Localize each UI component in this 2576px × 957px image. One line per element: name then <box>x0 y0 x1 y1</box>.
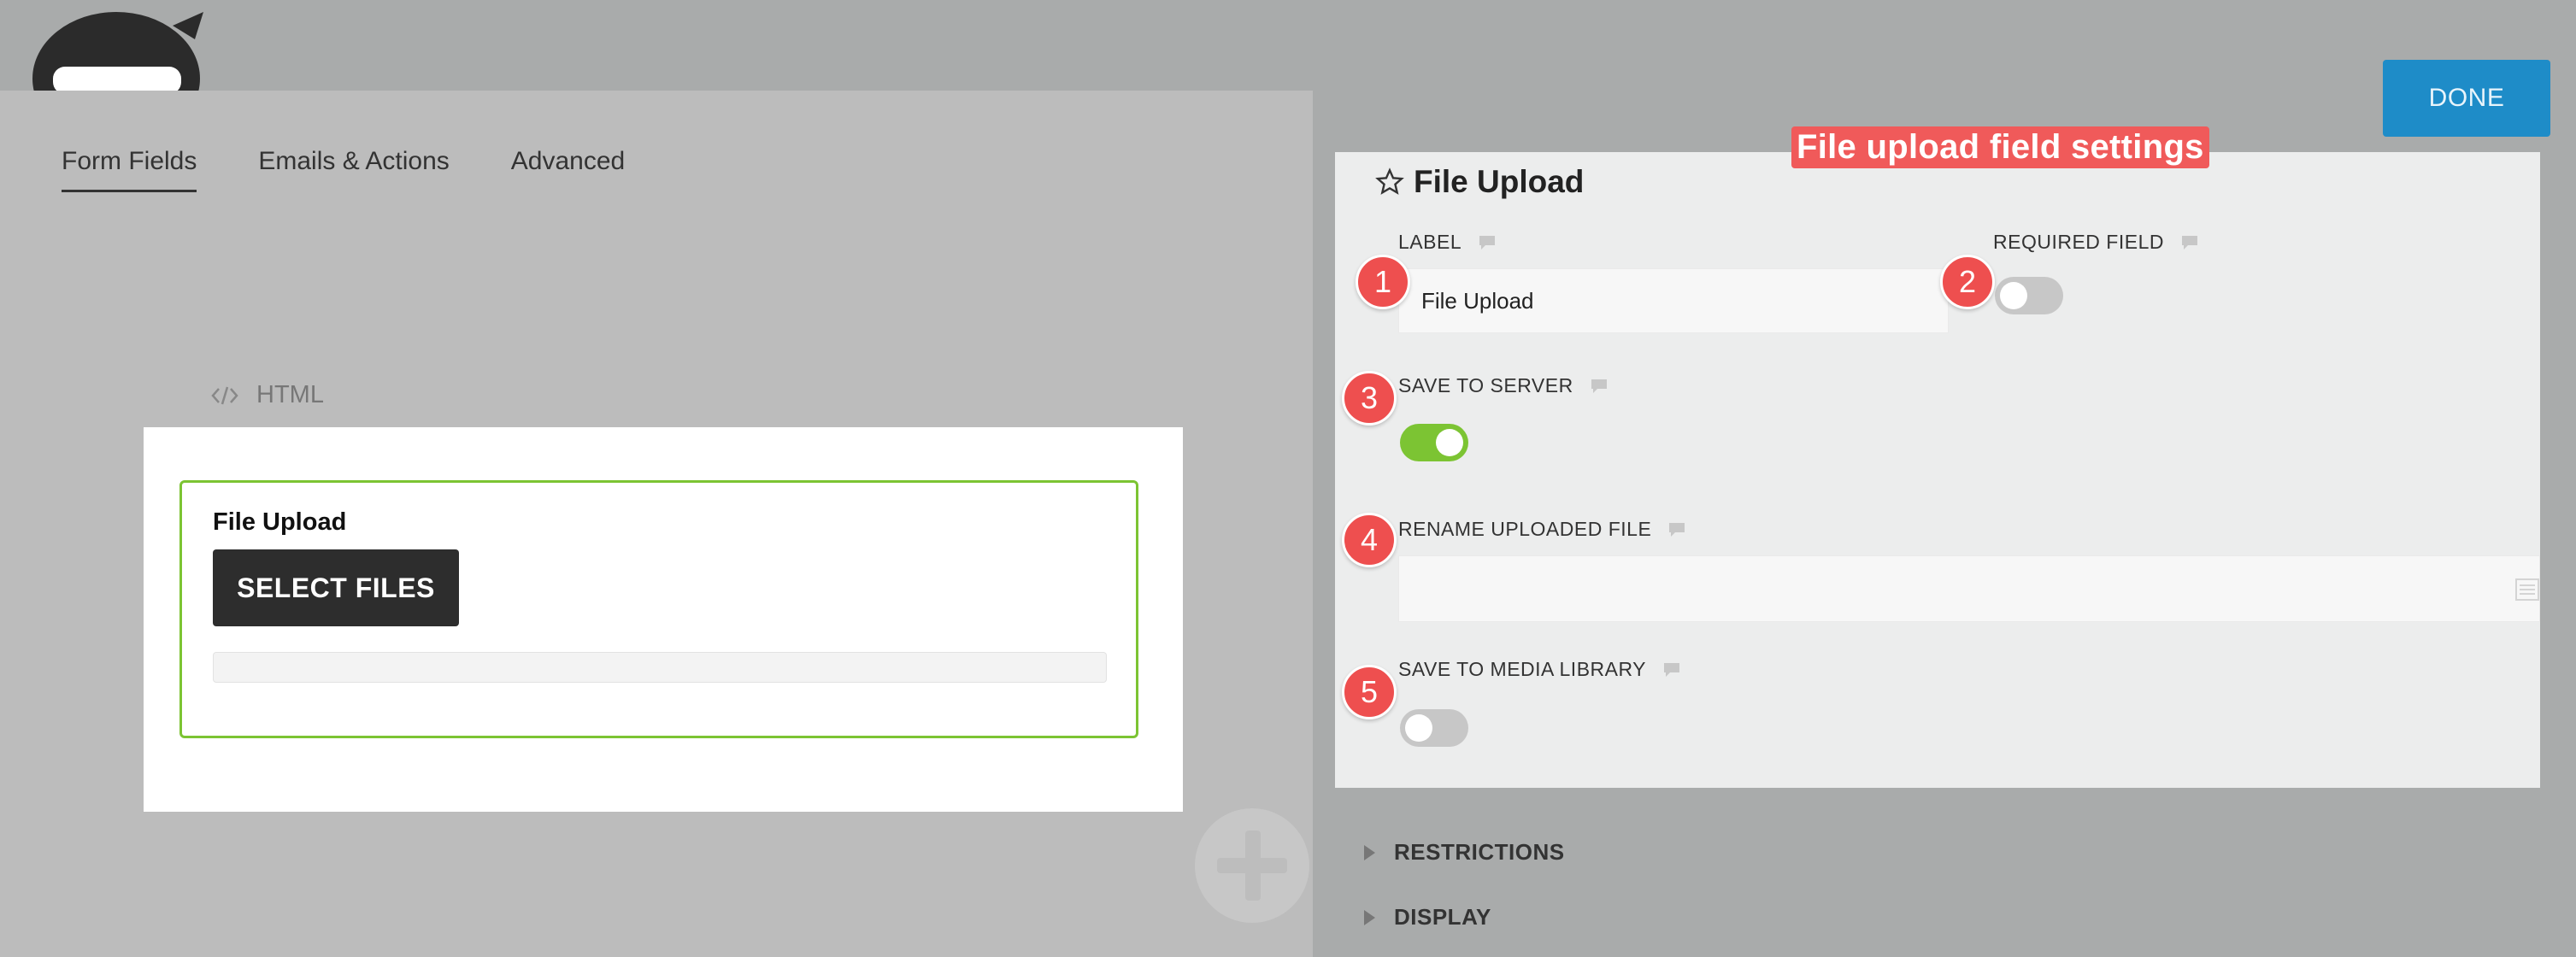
toggle-knob <box>1405 714 1432 742</box>
form-canvas: File Upload SELECT FILES <box>144 427 1183 812</box>
field-title: File Upload <box>213 508 347 536</box>
save-to-media-library-toggle[interactable] <box>1400 709 1468 747</box>
step-badge-1: 1 <box>1356 255 1410 309</box>
triangle-right-icon <box>1364 844 1375 860</box>
required-heading: REQUIRED FIELD <box>1993 231 2198 254</box>
save-server-heading-text: SAVE TO SERVER <box>1398 374 1573 396</box>
required-field-toggle[interactable] <box>1995 277 2063 314</box>
merge-tags-icon[interactable] <box>2514 578 2540 602</box>
label-heading-text: LABEL <box>1398 231 1462 253</box>
app-root: Form Fields Emails & Actions Advanced HT… <box>0 0 2576 957</box>
display-label: DISPLAY <box>1394 904 1491 930</box>
upload-progress-bar <box>213 652 1107 683</box>
field-settings-card: File Upload LABEL REQUIRED FIELD SAVE TO… <box>1335 152 2540 788</box>
media-library-heading: SAVE TO MEDIA LIBRARY <box>1398 658 1680 681</box>
help-bubble-icon[interactable] <box>2181 235 2198 250</box>
settings-title-text: File Upload <box>1414 164 1585 199</box>
rename-heading-text: RENAME UPLOADED FILE <box>1398 518 1652 540</box>
help-bubble-icon[interactable] <box>1668 522 1685 537</box>
builder-tabs: Form Fields Emails & Actions Advanced <box>62 147 625 192</box>
restrictions-label: RESTRICTIONS <box>1394 839 1565 865</box>
label-input[interactable] <box>1398 268 1949 333</box>
annotation-text: File upload field settings <box>1791 126 2209 168</box>
form-builder-pane: Form Fields Emails & Actions Advanced HT… <box>0 91 1313 957</box>
code-icon <box>211 386 238 404</box>
rename-heading: RENAME UPLOADED FILE <box>1398 518 1685 541</box>
media-library-heading-text: SAVE TO MEDIA LIBRARY <box>1398 658 1647 680</box>
label-heading: LABEL <box>1398 231 1496 254</box>
step-badge-3: 3 <box>1342 371 1397 426</box>
display-section-toggle[interactable]: DISPLAY <box>1364 904 1491 931</box>
ninja-logo-icon <box>27 0 207 145</box>
html-label-text: HTML <box>256 381 324 408</box>
save-server-heading: SAVE TO SERVER <box>1398 374 1608 397</box>
restrictions-section-toggle[interactable]: RESTRICTIONS <box>1364 839 1565 866</box>
tab-advanced[interactable]: Advanced <box>511 147 625 192</box>
help-bubble-icon[interactable] <box>1479 235 1496 250</box>
settings-title: File Upload <box>1374 164 1584 200</box>
toggle-knob <box>1436 429 1463 456</box>
step-badge-4: 4 <box>1342 513 1397 567</box>
triangle-right-icon <box>1364 909 1375 925</box>
step-badge-2: 2 <box>1940 255 1995 309</box>
file-upload-field-preview[interactable]: File Upload SELECT FILES <box>179 480 1138 738</box>
save-to-server-toggle[interactable] <box>1400 424 1468 461</box>
settings-drawer: File Upload LABEL REQUIRED FIELD SAVE TO… <box>1313 91 2576 957</box>
required-heading-text: REQUIRED FIELD <box>1993 231 2164 253</box>
toggle-knob <box>2000 282 2027 309</box>
tab-form-fields[interactable]: Form Fields <box>62 147 197 192</box>
add-field-icon[interactable] <box>1195 808 1309 923</box>
star-icon[interactable] <box>1374 167 1405 197</box>
top-bar <box>0 0 2576 145</box>
tab-emails-actions[interactable]: Emails & Actions <box>258 147 449 192</box>
help-bubble-icon[interactable] <box>1663 662 1680 678</box>
step-badge-5: 5 <box>1342 665 1397 719</box>
rename-file-input[interactable] <box>1398 555 2540 622</box>
help-bubble-icon[interactable] <box>1591 379 1608 394</box>
done-button[interactable]: DONE <box>2383 60 2550 137</box>
html-field-label[interactable]: HTML <box>210 381 324 409</box>
select-files-button[interactable]: SELECT FILES <box>213 549 459 626</box>
